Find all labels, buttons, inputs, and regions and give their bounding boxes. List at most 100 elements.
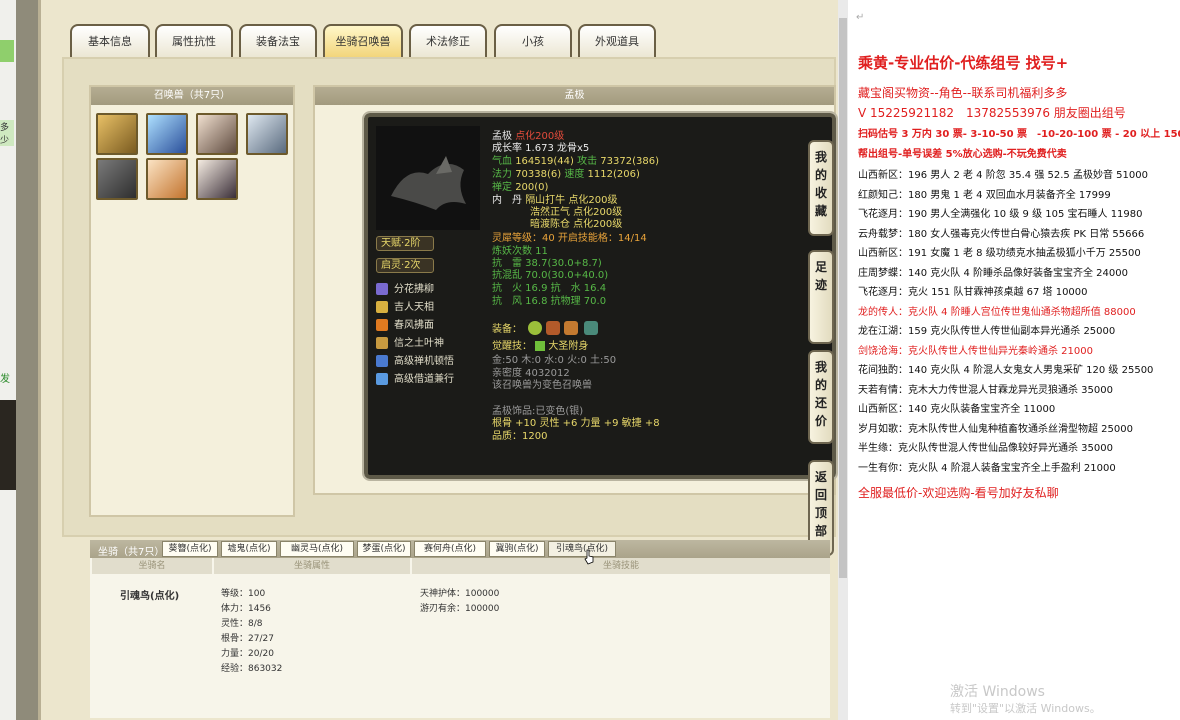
summon-name: 孟极 点化200级 [492, 131, 565, 142]
mount-attr: 灵性：8/8 [221, 619, 263, 629]
listing-item: 龙在江湖：159 克火队传世人传世仙副本异光通杀 25000 [858, 326, 1116, 337]
ad-footer: 全服最低价-欢迎选购-看号加好友私聊 [858, 486, 1059, 500]
mount-tab-active[interactable]: 引魂鸟(点化) [548, 541, 616, 557]
listing-item: 飞花逐月：克火 151 队甘霖神孩桌越 67 塔 10000 [858, 287, 1088, 298]
hand-cursor-icon [584, 549, 594, 565]
skill-item[interactable]: 春风拂面 [376, 316, 434, 331]
listing-item: 山西新区：191 女魔 1 老 8 级功绩克水抽孟极狐小千万 25500 [858, 248, 1141, 259]
listing-item: 半生缘：克火队传世混人传世仙品像较好异光通杀 35000 [858, 443, 1113, 454]
mount-tab[interactable]: 墟鬼(点化) [221, 541, 277, 557]
listing-item: 天若有情：克木大力传世混人甘霖龙异光灵狼通杀 35000 [858, 384, 1113, 396]
mount-attr: 根骨：27/27 [221, 634, 274, 644]
tab-spell-fix[interactable]: 术法修正 [409, 24, 487, 58]
tab-appearance[interactable]: 外观道具 [578, 24, 656, 58]
skill-item[interactable]: 高级禅机顿悟 [376, 352, 454, 367]
listing-item: 山西新区：140 克火队装备宝宝齐全 11000 [858, 404, 1056, 415]
equip-slot-icon[interactable] [546, 321, 560, 335]
skill-icon [376, 283, 388, 295]
summon-avatar[interactable] [146, 158, 188, 200]
listing-item: 花间独酌：140 克火队 4 阶混人女鬼女人男鬼采矿 120 级 25500 [858, 365, 1154, 376]
listing-item: 云舟载梦：180 女人强毒克火传世白骨心猿去疾 PK 日常 55666 [858, 228, 1145, 240]
summon-portrait [376, 126, 480, 230]
quality-line: 品质：1200 [492, 431, 548, 442]
mp-spd-line: 法力 70338(6) 速度 1112(206) [492, 169, 640, 180]
five-elements: 金:50 木:0 水:0 火:0 土:50 [492, 355, 617, 366]
hp-atk-line: 气血 164519(44) 攻击 73372(386) [492, 156, 659, 167]
summon-avatar[interactable] [246, 113, 288, 155]
my-favorites-button[interactable]: 我的收藏 [808, 140, 834, 236]
footprint-button[interactable]: 足迹 [808, 250, 834, 344]
equip-slot-icon[interactable] [584, 321, 598, 335]
summon-detail-header: 孟极 [315, 87, 834, 105]
skill-item[interactable]: 信之土叶神 [376, 334, 444, 349]
resist-1: 抗 雷 38.7(30.0+8.7) [492, 258, 602, 269]
mount-tab[interactable]: 葵簪(点化) [162, 541, 218, 557]
resist-4: 抗 风 16.8 抗物理 70.0 [492, 296, 607, 307]
summon-avatar[interactable] [196, 113, 238, 155]
tab-equipment[interactable]: 装备法宝 [239, 24, 317, 58]
chat-snippet: 发 [0, 374, 10, 385]
skill-item[interactable]: 吉人天相 [376, 298, 434, 313]
thumbnail [0, 400, 16, 490]
growth-rate: 成长率 1.673 龙骨x5 [492, 143, 590, 154]
summon-avatar[interactable] [96, 113, 138, 155]
mount-detail-grid [90, 558, 830, 718]
resist-3: 抗 火 16.9 抗 水 16.4 [492, 283, 607, 294]
chanding-line: 禅定 200(0) [492, 182, 549, 193]
equip-label: 装备： [492, 324, 522, 335]
skill-item[interactable]: 分花拂柳 [376, 280, 434, 295]
summon-list-header: 召唤兽（共7只） [91, 87, 293, 105]
summon-avatar[interactable] [96, 158, 138, 200]
col-mount-name: 坐骑名 [92, 558, 212, 574]
listing-item: 岁月如歌：克木队传世人仙鬼种植畜牧通杀丝滑型物超 25000 [858, 423, 1133, 435]
tab-child[interactable]: 小孩 [494, 24, 572, 58]
mount-attr: 等级：100 [221, 589, 266, 599]
mount-tab[interactable]: 赛何舟(点化) [414, 541, 486, 557]
tab-attributes[interactable]: 属性抗性 [155, 24, 233, 58]
activation-watermark: 激活 Windows [950, 684, 1045, 700]
mount-attr: 力量：20/20 [221, 649, 274, 659]
ad-line: 藏宝阁买物资--角色--联系司机福利多多 [858, 86, 1068, 100]
mount-tab[interactable]: 幽灵马(点化) [280, 541, 354, 557]
paragraph-mark: ↵ [856, 12, 865, 23]
ad-title: 乘黄-专业估价-代练组号 找号+ [858, 54, 1069, 72]
ornament-stats: 根骨 +10 灵性 +6 力量 +9 敏捷 +8 [492, 418, 660, 429]
inner-dan-2: 浩然正气 点化200级 [530, 207, 623, 218]
listing-item: 山西新区：196 男人 2 老 4 阶忽 35.4 强 52.5 孟极妙音 51… [858, 170, 1148, 181]
skill-icon [376, 355, 388, 367]
skill-item[interactable]: 高级借道兼行 [376, 370, 454, 385]
mount-attr: 经验：863032 [221, 664, 283, 674]
equip-slot-icon[interactable] [528, 321, 542, 335]
ad-line: 扫码估号 3 万内 30 票- 3-10-50 票 -10-20-100 票 -… [858, 129, 1180, 140]
listing-item: 剑饶沧海：克火队传世人传世仙异光秦岭通杀 21000 [858, 345, 1093, 357]
summon-avatar[interactable] [146, 113, 188, 155]
scrollbar-thumb[interactable] [839, 18, 847, 578]
ornament-line: 孟极饰品:已变色(银) [492, 406, 584, 417]
color-note: 该召唤兽为变色召唤兽 [492, 380, 592, 391]
activation-watermark: 转到"设置"以激活 Windows。 [950, 702, 1101, 715]
mount-skill: 天神护体：100000 [420, 589, 500, 599]
awaken-icon [535, 341, 546, 351]
tab-basic-info[interactable]: 基本信息 [70, 24, 150, 58]
tab-mount-summon[interactable]: 坐骑召唤兽 [323, 24, 403, 58]
mount-tab[interactable]: 梦蛋(点化) [357, 541, 411, 557]
skill-icon [376, 373, 388, 385]
mount-tab[interactable]: 冀驹(点化) [489, 541, 545, 557]
page-scrollbar[interactable] [838, 0, 848, 720]
skill-icon [376, 337, 388, 349]
listing-item: 庄周梦蝶：140 克火队 4 阶睡杀品像好装备宝宝齐全 24000 [858, 267, 1128, 279]
chat-bubble: 多少 [0, 120, 14, 146]
intimacy: 亲密度 4032012 [492, 368, 570, 379]
listing-item: 红颜知己：180 男鬼 1 老 4 双回血水月装备齐全 17999 [858, 189, 1111, 201]
listing-item: 一生有你：克火队 4 阶混人装备宝宝齐全上手盈利 21000 [858, 462, 1116, 474]
mount-attr: 体力：1456 [221, 604, 271, 614]
inner-dan-3: 暗渡陈仓 点化200级 [530, 219, 623, 230]
my-counteroffer-button[interactable]: 我的还价 [808, 350, 834, 444]
mount-name: 引魂鸟(点化) [120, 591, 180, 602]
col-mount-skill: 坐骑技能 [412, 558, 830, 574]
resist-2: 抗混乱 70.0(30.0+40.0) [492, 270, 609, 281]
col-mount-attr: 坐骑属性 [214, 558, 410, 574]
listing-item: 飞花逐月：190 男人全满强化 10 级 9 级 105 宝石睡人 11980 [858, 209, 1143, 220]
summon-avatar[interactable] [196, 158, 238, 200]
equip-slot-icon[interactable] [564, 321, 578, 335]
